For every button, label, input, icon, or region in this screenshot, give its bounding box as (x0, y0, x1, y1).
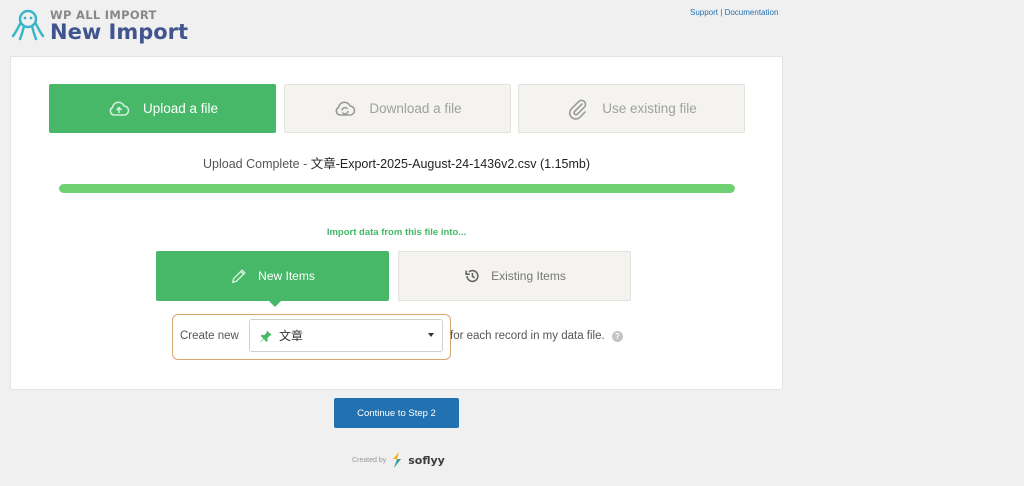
octopus-logo-icon (11, 9, 45, 41)
documentation-link[interactable]: Documentation (725, 8, 779, 17)
support-link[interactable]: Support (690, 8, 718, 17)
post-type-select[interactable]: 文章 (249, 319, 443, 352)
history-icon (465, 269, 479, 283)
create-new-label: Create new (180, 330, 239, 342)
upload-progress-fill (59, 184, 735, 193)
pin-icon (260, 329, 272, 342)
page-title: New Import (50, 20, 189, 44)
upload-progress-bar (59, 184, 735, 193)
post-type-selected: 文章 (279, 329, 304, 343)
tab-upload-file[interactable]: Upload a file (49, 84, 276, 133)
tab-use-existing-file[interactable]: Use existing file (518, 84, 745, 133)
upload-status-dash: - (299, 157, 311, 171)
tab-download-file-label: Download a file (369, 101, 462, 116)
chevron-down-icon (428, 333, 434, 337)
for-each-record-label: for each record in my data file. (450, 330, 605, 342)
soflyy-logo-icon (393, 452, 402, 468)
tab-new-items-label: New Items (258, 269, 315, 283)
tab-existing-items-label: Existing Items (491, 269, 566, 283)
cloud-download-icon (335, 101, 356, 116)
continue-button[interactable]: Continue to Step 2 (334, 398, 459, 428)
cloud-upload-icon (109, 101, 130, 116)
import-panel: Upload a file Download a file Use existi… (10, 56, 783, 390)
footer: Created by soflyy (352, 451, 445, 469)
upload-status: Upload Complete - 文章-Export-2025-August-… (11, 153, 782, 172)
top-links: Support | Documentation (690, 8, 778, 17)
tab-use-existing-file-label: Use existing file (602, 101, 697, 116)
created-by-label: Created by (352, 456, 387, 464)
app-header: WP ALL IMPORT New Import (10, 6, 210, 46)
help-icon[interactable]: ? (612, 331, 623, 342)
import-into-label: Import data from this file into... (326, 227, 467, 238)
tab-new-items[interactable]: New Items (156, 251, 389, 301)
paperclip-icon (569, 99, 587, 120)
tab-existing-items[interactable]: Existing Items (398, 251, 631, 301)
pencil-icon (232, 269, 246, 283)
link-separator: | (720, 8, 723, 17)
upload-status-text: Upload Complete (203, 157, 300, 171)
soflyy-brand: soflyy (408, 453, 445, 467)
uploaded-filename: 文章-Export-2025-August-24-1436v2.csv (1.1… (310, 157, 590, 171)
tab-upload-file-label: Upload a file (142, 101, 219, 116)
active-tab-pointer (268, 300, 282, 307)
tab-download-file[interactable]: Download a file (284, 84, 511, 133)
